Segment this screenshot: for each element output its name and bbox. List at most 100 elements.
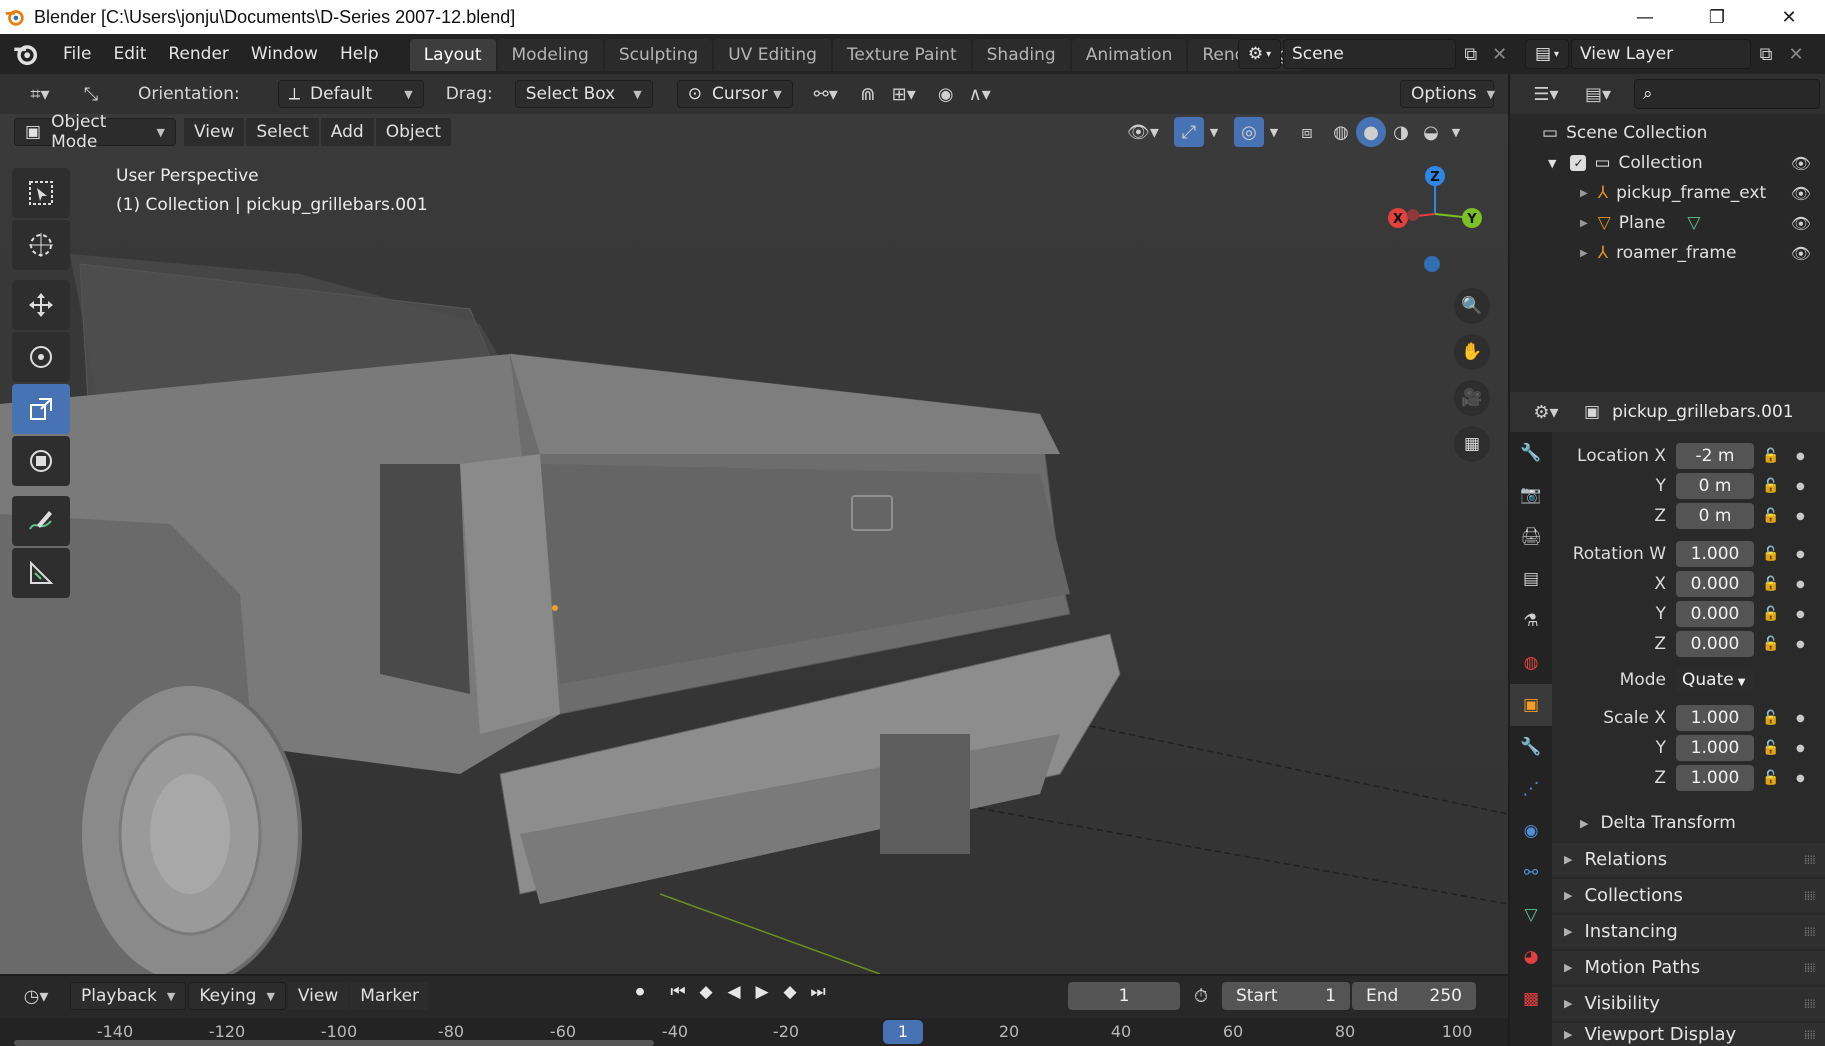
remove-scene-icon[interactable]: ✕ [1485, 39, 1514, 69]
move-tool[interactable] [12, 280, 70, 330]
physics-tab-icon[interactable]: ◉ [1510, 810, 1552, 852]
collection-visibility-icon[interactable]: 👁 [1791, 154, 1811, 173]
proportional-edit-icon[interactable]: ◉ [931, 79, 961, 109]
panel-relations[interactable]: ▶ Relations ⁞⁞⁞⁞ [1552, 842, 1825, 876]
render-tab-icon[interactable]: 📷 [1510, 474, 1552, 516]
viewport-menu-select[interactable]: Select [246, 118, 319, 146]
constraints-tab-icon[interactable]: ⚯ [1510, 852, 1552, 894]
timeline-scrollbar[interactable] [14, 1040, 654, 1046]
properties-editor-type-icon[interactable]: ⚙▾ [1524, 397, 1568, 427]
xray-toggle-icon[interactable]: ⧈ [1292, 117, 1322, 147]
transform-tool[interactable] [12, 436, 70, 486]
tab-animation[interactable]: Animation [1071, 39, 1187, 71]
view-layer-browse-button[interactable]: ▤ ▾ [1525, 39, 1569, 69]
data-tab-icon[interactable]: ▽ [1510, 894, 1552, 936]
texture-tab-icon[interactable]: ▩ [1510, 978, 1552, 1020]
lock-icon[interactable]: 🔓 [1762, 546, 1786, 562]
start-frame-field[interactable]: Start 1 [1222, 982, 1350, 1010]
visibility-icon[interactable]: 👁 [1791, 184, 1811, 203]
measure-tool[interactable] [12, 548, 70, 598]
overlays-dropdown-icon[interactable]: ▼ [1264, 117, 1284, 147]
annotate-tool[interactable] [12, 496, 70, 546]
gizmo-toggle-icon[interactable]: ⤢ [1174, 117, 1204, 147]
options-dropdown[interactable]: Options ▼ [1400, 80, 1495, 108]
collection-row[interactable]: ▼ ✓ ▭ Collection 👁 [1510, 148, 1825, 178]
current-frame-field[interactable]: 1 [1068, 982, 1180, 1010]
solid-shading-icon[interactable]: ● [1356, 117, 1386, 147]
panel-visibility[interactable]: ▶ Visibility ⁞⁞⁞⁞ [1552, 986, 1825, 1020]
lock-icon[interactable]: 🔓 [1762, 740, 1786, 756]
keyframe-dot-icon[interactable]: ● [1796, 639, 1806, 650]
shading-dropdown-icon[interactable]: ▼ [1446, 117, 1466, 147]
tab-texture-paint[interactable]: Texture Paint [832, 39, 971, 71]
blender-menu-icon[interactable] [12, 40, 40, 68]
menu-help[interactable]: Help [329, 44, 390, 64]
snap-target-icon[interactable]: ⊞▾ [883, 79, 925, 109]
keyframe-dot-icon[interactable]: ● [1796, 743, 1806, 754]
end-frame-field[interactable]: End 250 [1352, 982, 1476, 1010]
keyframe-dot-icon[interactable]: ● [1796, 451, 1806, 462]
timeline-ruler[interactable]: -140 -120 -100 -80 -60 -40 -20 1 20 40 6… [0, 1018, 1508, 1046]
lock-icon[interactable]: 🔓 [1762, 478, 1786, 494]
jump-start-icon[interactable]: ⏮ [664, 982, 692, 1002]
collection-checkbox[interactable]: ✓ [1570, 155, 1587, 171]
display-mode-icon[interactable]: ▤▾ [1576, 79, 1620, 109]
visibility-icon[interactable]: 👁 [1791, 214, 1811, 233]
rotation-w-field[interactable]: 1.000 [1676, 541, 1754, 567]
location-x-field[interactable]: -2 m [1676, 443, 1754, 469]
view-layer-name-field[interactable]: View Layer [1571, 39, 1751, 69]
maximize-button[interactable]: ❐ [1681, 0, 1753, 34]
lock-icon[interactable]: 🔓 [1762, 770, 1786, 786]
mode-dropdown[interactable]: ▣ Object Mode ▼ [14, 112, 176, 152]
expand-icon[interactable]: ▶ [1580, 248, 1588, 259]
panel-delta-transform[interactable]: ▶ Delta Transform [1552, 806, 1825, 840]
tool-tab-icon[interactable]: 🔧 [1510, 432, 1552, 474]
select-box-tool[interactable] [12, 168, 70, 218]
scale-tool-icon[interactable]: ⤡ [76, 79, 106, 109]
jump-end-icon[interactable]: ⏭ [804, 982, 832, 1002]
modifier-tab-icon[interactable]: 🔧 [1510, 726, 1552, 768]
rotation-mode-dropdown[interactable]: Quate ▼ [1676, 667, 1754, 693]
rendered-shading-icon[interactable]: ◒ [1416, 117, 1446, 147]
expand-toggle-icon[interactable]: ▼ [1548, 157, 1556, 170]
keyframe-dot-icon[interactable]: ● [1796, 773, 1806, 784]
overlays-toggle-icon[interactable]: ◎ [1234, 117, 1264, 147]
remove-view-layer-icon[interactable]: ✕ [1781, 39, 1811, 69]
visibility-icon[interactable]: 👁▾ [1122, 117, 1164, 147]
3d-viewport[interactable]: ⌗▾ ⤡ Orientation: ⟂ Default ▼ Drag: Sele… [0, 74, 1508, 974]
panel-viewport-display[interactable]: ▶ Viewport Display ⁞⁞⁞⁞ [1552, 1022, 1825, 1046]
minimize-button[interactable]: — [1609, 0, 1681, 34]
panel-collections[interactable]: ▶ Collections ⁞⁞⁞⁞ [1552, 878, 1825, 912]
navigation-gizmo[interactable]: Z X Y [1380, 164, 1490, 274]
wireframe-shading-icon[interactable]: ◍ [1326, 117, 1356, 147]
rotate-tool[interactable] [12, 332, 70, 382]
preview-range-icon[interactable]: ⏱ [1186, 981, 1216, 1011]
tab-layout[interactable]: Layout [409, 39, 496, 71]
lock-icon[interactable]: 🔓 [1762, 710, 1786, 726]
close-window-button[interactable]: ✕ [1753, 0, 1825, 34]
playback-menu[interactable]: Playback ▼ [70, 982, 187, 1010]
keying-menu[interactable]: Keying ▼ [188, 982, 286, 1010]
viewport-menu-add[interactable]: Add [320, 118, 374, 146]
play-icon[interactable]: ▶ [748, 982, 776, 1002]
menu-file[interactable]: File [52, 44, 102, 64]
proportional-falloff-icon[interactable]: ∧▾ [961, 79, 999, 109]
material-tab-icon[interactable]: ◕ [1510, 936, 1552, 978]
zoom-icon[interactable]: 🔍 [1454, 288, 1490, 324]
prev-keyframe-icon[interactable]: ◆ [692, 982, 720, 1002]
scene-name-field[interactable]: Scene [1282, 39, 1457, 69]
outliner-search-input[interactable]: ⌕ [1634, 79, 1820, 109]
scene-tab-icon[interactable]: ⚗ [1510, 600, 1552, 642]
perspective-toggle-icon[interactable]: ▦ [1454, 426, 1490, 462]
record-icon[interactable]: ⏺ [626, 982, 654, 1002]
keyframe-dot-icon[interactable]: ● [1796, 511, 1806, 522]
editor-type-icon[interactable]: ⌗▾ [18, 79, 62, 109]
tab-sculpting[interactable]: Sculpting [604, 39, 713, 71]
scale-y-field[interactable]: 1.000 [1676, 735, 1754, 761]
world-tab-icon[interactable]: ◍ [1510, 642, 1552, 684]
camera-view-icon[interactable]: 🎥 [1454, 380, 1490, 416]
visibility-icon[interactable]: 👁 [1791, 244, 1811, 263]
new-view-layer-icon[interactable]: ⧉ [1751, 39, 1781, 69]
panel-motion-paths[interactable]: ▶ Motion Paths ⁞⁞⁞⁞ [1552, 950, 1825, 984]
next-keyframe-icon[interactable]: ◆ [776, 982, 804, 1002]
